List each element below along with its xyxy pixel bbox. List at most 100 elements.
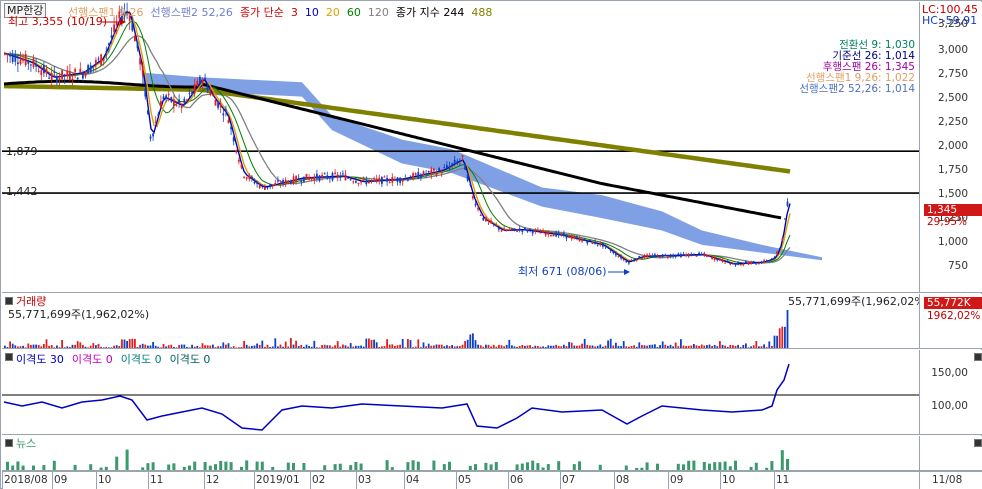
news-bar [99, 467, 103, 470]
volume-bar [461, 344, 464, 348]
volume-bar [352, 346, 355, 348]
news-bar [474, 464, 477, 470]
volume-bar [92, 343, 95, 348]
volume-bar [391, 344, 394, 348]
disparity-tick-100: 100,00 [931, 400, 968, 412]
candle-body [225, 109, 227, 111]
volume-bar [628, 346, 630, 348]
date-tick-mark [2, 472, 3, 489]
date-tick-mark [96, 472, 97, 489]
candle-body [144, 88, 147, 97]
candle-body [391, 177, 394, 183]
volume-bar [760, 346, 763, 348]
volume-bar [612, 345, 615, 348]
candle-body [711, 256, 713, 259]
date-tick: 10 [722, 474, 736, 486]
candle-body [186, 99, 188, 101]
volume-bar [284, 341, 287, 348]
legend-item: 120 [367, 6, 389, 19]
candle-body [188, 92, 191, 94]
candle-body [74, 69, 76, 72]
volume-bar [633, 345, 635, 348]
candle-body [183, 98, 186, 103]
date-tick: 12 [206, 474, 220, 486]
candle-body [466, 174, 469, 181]
volume-bar [214, 347, 217, 348]
candle-body [763, 260, 765, 263]
ichimoku-cloud [142, 72, 822, 261]
volume-bar [526, 345, 529, 348]
candle-body [32, 58, 35, 67]
candle-body [599, 242, 602, 246]
disparity-tick-150: 150,00 [931, 367, 968, 379]
volume-bar [513, 346, 516, 348]
volume-bar [100, 346, 102, 348]
candle-body [134, 36, 136, 42]
volume-bar [425, 346, 427, 348]
candle-body [648, 254, 651, 256]
volume-collapse-icon[interactable] [5, 297, 13, 305]
candle-body [61, 70, 63, 79]
disparity-panel[interactable]: 이격도 30 이격도 0 이격도 0 이격도 0 [2, 350, 919, 435]
candle-body [661, 254, 664, 258]
volume-bar [310, 346, 313, 348]
volume-bar [199, 347, 201, 348]
candle-body [529, 228, 531, 231]
candle-body [446, 165, 448, 168]
volume-bar [570, 342, 573, 348]
volume-bar [76, 341, 79, 348]
candle-body [656, 254, 659, 256]
volume-bar [331, 346, 334, 348]
candle-body [360, 181, 362, 183]
candle-body [742, 264, 745, 266]
disparity-collapse-icon[interactable] [5, 353, 13, 361]
volume-bar [152, 341, 154, 348]
volume-bar [695, 345, 698, 348]
price-panel[interactable]: MP한강 선행스팬1 9,26 선행스팬2 52,26 종가 단순 3 10 20 60 12… [2, 2, 919, 293]
news-bar [578, 461, 581, 470]
candle-body [565, 234, 568, 239]
volume-bar [404, 347, 407, 348]
volume-bar [123, 339, 126, 348]
candle-body [643, 254, 646, 258]
candle-body [677, 253, 680, 255]
volume-bar [295, 340, 297, 348]
news-panel[interactable]: 뉴스 [2, 436, 919, 471]
volume-bar [737, 344, 739, 348]
volume-bar [24, 347, 27, 348]
candle-body [464, 163, 466, 170]
candle-body [274, 183, 277, 186]
news-bar [104, 466, 108, 470]
candle-body [14, 54, 17, 62]
candle-body [256, 182, 258, 184]
volume-bar [435, 344, 438, 348]
date-tick-mark [560, 472, 561, 489]
volume-bar [326, 345, 329, 348]
disparity-settings-icon[interactable] [974, 353, 982, 361]
volume-bar [771, 345, 773, 348]
news-bar [676, 463, 680, 470]
candle-body [664, 254, 667, 256]
news-settings-icon[interactable] [974, 439, 982, 447]
candle-body [448, 165, 451, 170]
volume-bar [560, 346, 563, 348]
volume-bar [430, 345, 433, 348]
candle-body [209, 91, 212, 95]
news-bar [468, 465, 472, 470]
volume-panel[interactable]: 거래량 55,771,699주(1,962,02%) 55,771,699주(1… [2, 294, 919, 349]
volume-bar [43, 343, 45, 348]
candle-body [784, 218, 786, 220]
news-bar [6, 461, 9, 470]
candle-body [219, 104, 222, 108]
news-collapse-icon[interactable] [5, 439, 13, 447]
candle-body [258, 185, 261, 189]
volume-bar [162, 343, 165, 348]
news-bar [541, 467, 545, 470]
candle-body [469, 183, 472, 186]
volume-bar [417, 339, 420, 348]
candle-body [490, 220, 492, 224]
volume-bar [6, 347, 9, 348]
volume-bar [347, 346, 349, 348]
candle-body [399, 177, 401, 183]
volume-bar [235, 347, 238, 348]
